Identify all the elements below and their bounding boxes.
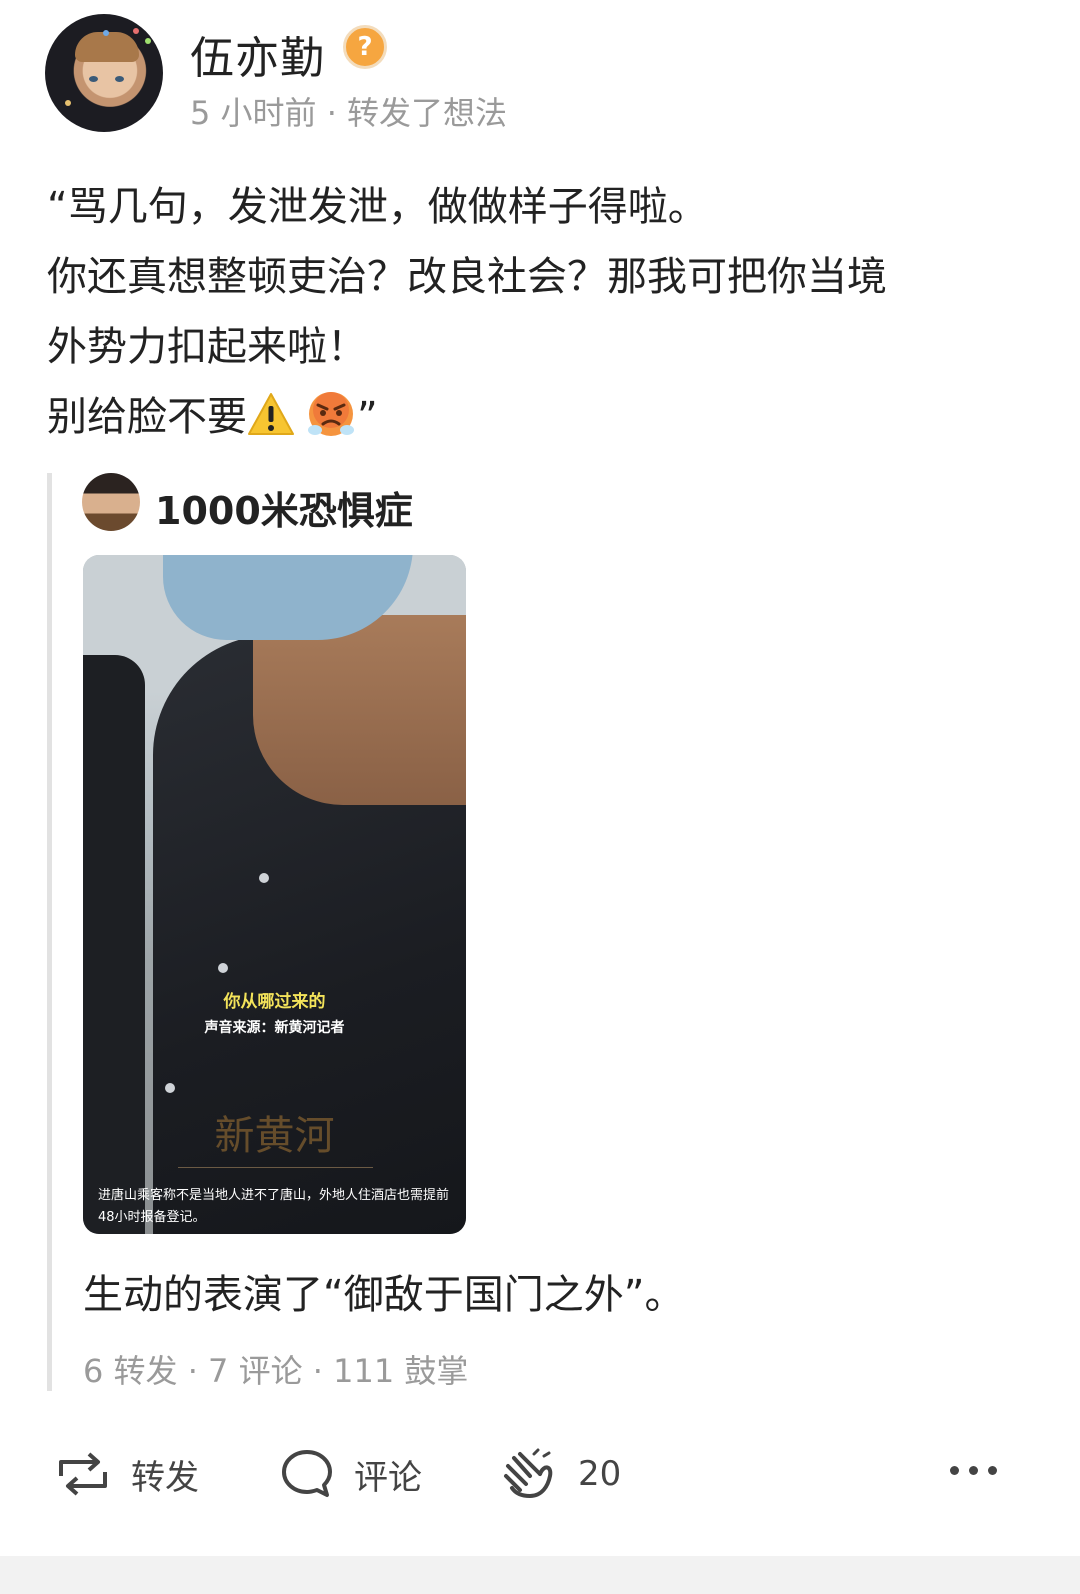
more-options-icon[interactable]: [950, 1466, 997, 1475]
comment-label: 评论: [354, 1457, 422, 1498]
quoted-author-name[interactable]: 1000米恐惧症: [155, 480, 413, 535]
quoted-stats[interactable]: 6 转发 · 7 评论 · 111 鼓掌: [83, 1346, 468, 1392]
quoted-text[interactable]: 生动的表演了“御敌于国门之外”。: [83, 1262, 684, 1320]
question-badge-icon[interactable]: ?: [343, 25, 387, 69]
video-subtitle: 你从哪过来的: [223, 992, 326, 1012]
quoted-video-thumbnail[interactable]: 你从哪过来的 声音来源：新黄河记者 新黄河 进唐山乘客称不是当地人进不了唐山，外…: [83, 555, 466, 1234]
video-logo: 新黄河: [214, 1113, 335, 1159]
post-line: 别给脸不要: [47, 394, 247, 440]
author-name[interactable]: 伍亦勤: [190, 22, 325, 86]
closing-quote: ”: [357, 394, 378, 440]
repost-label: 转发: [131, 1457, 199, 1498]
quoted-author-avatar[interactable]: [82, 473, 140, 531]
applause-count: 20: [578, 1454, 622, 1494]
angry-face-icon: [308, 392, 354, 436]
clap-icon: [504, 1448, 553, 1499]
video-source: 声音来源：新黄河记者: [204, 1020, 345, 1036]
applause-button[interactable]: 20: [500, 1448, 621, 1500]
post-meta: 5 小时前 · 转发了想法: [190, 94, 508, 132]
post-body: “骂几句，发泄发泄，做做样子得啦。 你还真想整顿吏治？改良社会？那我可把你当境 …: [47, 172, 1047, 452]
warning-icon: [248, 393, 294, 435]
quote-divider: [47, 473, 52, 1391]
post-page: 伍亦勤 ? 5 小时前 · 转发了想法 “骂几句，发泄发泄，做做样子得啦。 你还…: [0, 0, 1080, 1594]
post-line: 外势力扣起来啦！: [47, 324, 367, 370]
repost-button[interactable]: 转发: [55, 1448, 199, 1500]
author-avatar[interactable]: [45, 14, 163, 132]
repost-icon: [59, 1452, 107, 1496]
post-line: 你还真想整顿吏治？改良社会？那我可把你当境: [47, 254, 887, 300]
comment-icon: [282, 1450, 332, 1497]
video-caption: 进唐山乘客称不是当地人进不了唐山，外地人住酒店也需提前48小时报备登记。: [98, 1188, 450, 1225]
comment-button[interactable]: 评论: [280, 1448, 422, 1500]
post-line: “骂几句，发泄发泄，做做样子得啦。: [47, 184, 708, 230]
bottom-divider: [0, 1556, 1080, 1594]
post-line-last: 别给脸不要 ”: [47, 382, 1047, 452]
